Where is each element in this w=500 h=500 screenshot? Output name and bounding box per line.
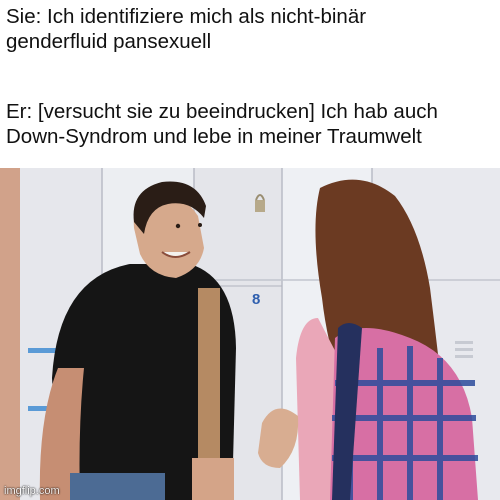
caption-line-1: Sie: Ich identifiziere mich als nicht-bi…	[6, 5, 367, 28]
locker-stripe	[28, 348, 56, 353]
boy-jeans	[70, 473, 165, 500]
photo-illustration: 8	[0, 168, 500, 500]
caption-her: Sie: Ich identifiziere mich als nicht-bi…	[6, 4, 366, 54]
locker-number: 8	[252, 291, 260, 308]
caption-him: Er: [versucht sie zu beeindrucken] Ich h…	[6, 99, 438, 149]
caption-line-4: Down-Syndrom und lebe in meiner Traumwel…	[6, 125, 422, 148]
padlock-icon	[255, 200, 265, 212]
caption-line-2: genderfluid pansexuell	[6, 30, 212, 53]
meme: Sie: Ich identifiziere mich als nicht-bi…	[0, 0, 500, 500]
meme-photo: 8 imgflip.com	[0, 168, 500, 500]
watermark: imgflip.com	[4, 485, 60, 497]
caption-line-3: Er: [versucht sie zu beeindrucken] Ich h…	[6, 100, 438, 123]
